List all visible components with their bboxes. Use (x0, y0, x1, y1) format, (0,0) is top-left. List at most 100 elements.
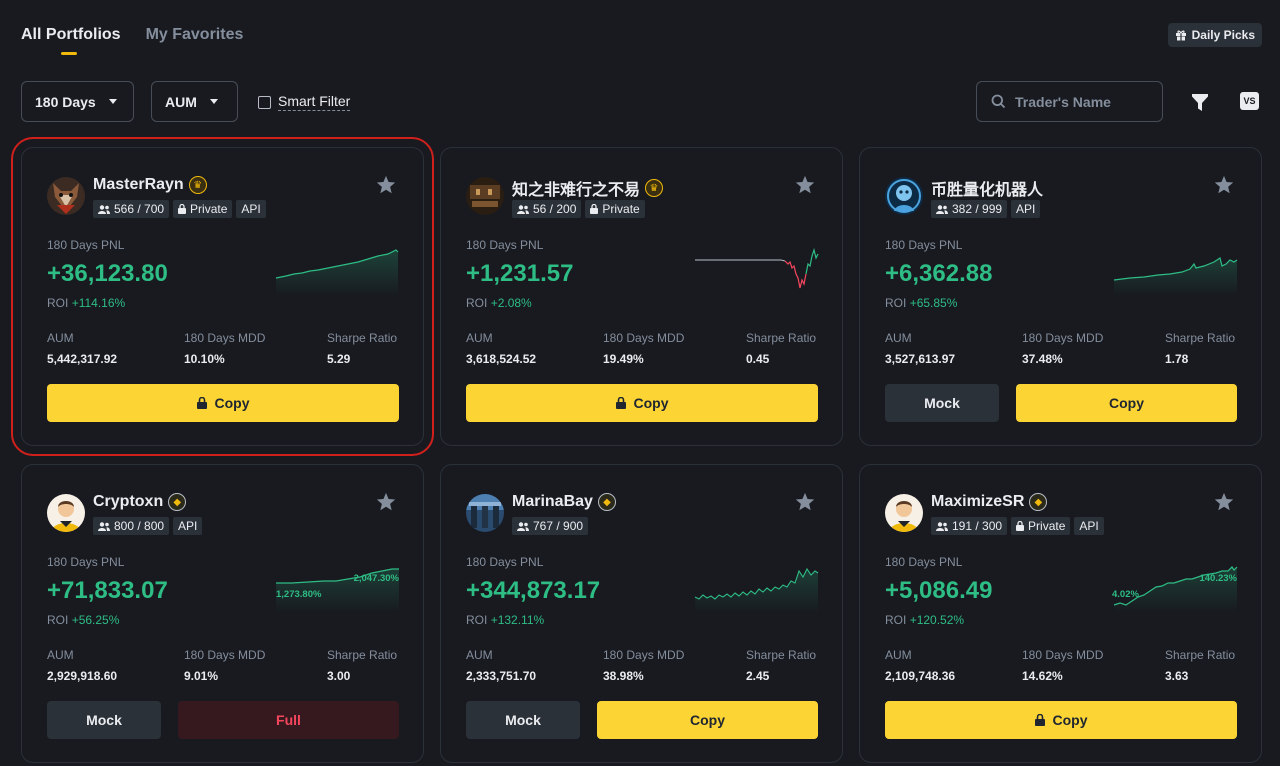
mdd-value: 9.01% (184, 669, 219, 683)
copy-button[interactable]: Copy (597, 701, 818, 739)
chevron-down-icon (209, 99, 218, 104)
trader-name[interactable]: 币胜量化机器人 (931, 176, 1043, 200)
copiers-count: 767 / 900 (533, 519, 584, 533)
copiers-tag: 382 / 999 (931, 200, 1008, 218)
api-tag: API (173, 517, 203, 535)
favorite-star-icon[interactable] (375, 174, 397, 196)
copy-label: Copy (633, 395, 669, 411)
copiers-count: 191 / 300 (952, 519, 1003, 533)
lock-icon (590, 204, 599, 214)
pnl-label: 180 Days PNL (466, 238, 544, 252)
lock-icon (1016, 521, 1025, 531)
roi-value: +56.25% (71, 613, 120, 627)
pnl-sparkline: 4.02% 140.23% (1112, 566, 1238, 613)
chart-label-max: 2,047.30% (354, 573, 400, 584)
users-icon (98, 521, 110, 531)
copiers-tag: 191 / 300 (931, 517, 1008, 535)
mdd-value: 38.98% (603, 669, 644, 683)
portfolio-tabs: All Portfolios My Favorites (21, 26, 243, 56)
avatar (466, 494, 504, 532)
users-icon (98, 204, 110, 214)
mock-button[interactable]: Mock (47, 701, 161, 739)
search-input[interactable] (1015, 93, 1155, 110)
pnl-label: 180 Days PNL (885, 555, 963, 569)
search-icon (991, 94, 1006, 109)
mock-button[interactable]: Mock (466, 701, 580, 739)
mock-button[interactable]: Mock (885, 384, 999, 422)
favorite-star-icon[interactable] (1213, 491, 1235, 513)
smart-filter-toggle[interactable]: Smart Filter (258, 93, 351, 111)
trader-tags: 382 / 999 API (931, 200, 1041, 218)
lock-icon (1034, 714, 1045, 726)
pnl-value: +344,873.17 (466, 577, 601, 604)
users-icon (936, 204, 948, 214)
copy-button[interactable]: Copy (466, 384, 818, 422)
trader-tags: 800 / 800 API (93, 517, 203, 535)
portfolio-card[interactable]: MasterRayn ♛ 566 / 700 Private API 180 D… (11, 137, 434, 456)
trader-name[interactable]: MasterRayn (93, 176, 184, 194)
rank-badge-icon: ◆ (1029, 493, 1048, 511)
copiers-tag: 800 / 800 (93, 517, 170, 535)
portfolio-card[interactable]: Cryptoxn ◆ 800 / 800 API 180 Days PNL +7… (21, 464, 424, 763)
roi-label: ROI (885, 296, 907, 310)
trader-search[interactable] (976, 81, 1163, 122)
copy-button[interactable]: Copy (1016, 384, 1237, 422)
portfolio-card[interactable]: 知之非难行之不易 ♛ 56 / 200 Private 180 Days PNL… (440, 147, 843, 446)
copy-button[interactable]: Copy (885, 701, 1237, 739)
mdd-label: 180 Days MDD (1022, 648, 1104, 662)
smart-filter-checkbox[interactable] (258, 95, 271, 109)
aum-label: AUM (466, 331, 493, 345)
portfolio-card[interactable]: MaximizeSR ◆ 191 / 300 Private API 180 D… (859, 464, 1262, 763)
favorite-star-icon[interactable] (1213, 174, 1235, 196)
favorite-star-icon[interactable] (375, 491, 397, 513)
private-tag: Private (1011, 517, 1071, 535)
sort-select[interactable]: AUM (151, 81, 238, 122)
api-tag: API (236, 200, 266, 218)
full-button[interactable]: Full (178, 701, 399, 739)
trader-name-row: 知之非难行之不易 ♛ (512, 176, 664, 200)
trader-tags: 56 / 200 Private (512, 200, 645, 218)
chart-label-min: 4.02% (1112, 589, 1139, 600)
period-select[interactable]: 180 Days (21, 81, 134, 122)
copy-label: Copy (214, 395, 250, 411)
daily-picks-button[interactable]: Daily Picks (1167, 23, 1262, 47)
tab-my-favorites[interactable]: My Favorites (146, 26, 244, 56)
sharpe-label: Sharpe Ratio (746, 648, 817, 662)
sharpe-label: Sharpe Ratio (746, 331, 817, 345)
favorite-star-icon[interactable] (794, 491, 816, 513)
tab-all-portfolios[interactable]: All Portfolios (21, 26, 121, 56)
trader-name-row: MarinaBay ◆ (512, 493, 616, 511)
rank-badge-icon: ◆ (168, 493, 187, 511)
roi-label: ROI (466, 296, 488, 310)
aum-label: AUM (47, 648, 74, 662)
trader-name-row: MasterRayn ♛ (93, 176, 207, 194)
portfolio-card[interactable]: MarinaBay ◆ 767 / 900 180 Days PNL +344,… (440, 464, 843, 763)
mdd-label: 180 Days MDD (184, 331, 266, 345)
trader-name[interactable]: MarinaBay (512, 493, 593, 511)
portfolio-card[interactable]: 币胜量化机器人 382 / 999 API 180 Days PNL +6,36… (859, 147, 1262, 446)
copiers-count: 800 / 800 (114, 519, 165, 533)
aum-label: AUM (466, 648, 493, 662)
mdd-label: 180 Days MDD (603, 648, 685, 662)
copy-button[interactable]: Copy (47, 384, 399, 422)
roi-label: ROI (466, 613, 488, 627)
sharpe-value: 0.45 (746, 352, 770, 366)
copiers-tag: 566 / 700 (93, 200, 170, 218)
roi-value: +2.08% (490, 296, 532, 310)
avatar (466, 177, 504, 215)
daily-picks-label: Daily Picks (1191, 28, 1255, 42)
lock-icon (196, 397, 207, 409)
trader-name[interactable]: MaximizeSR (931, 493, 1024, 511)
sharpe-label: Sharpe Ratio (1165, 648, 1236, 662)
mdd-value: 19.49% (603, 352, 644, 366)
lock-icon (615, 397, 626, 409)
roi-value: +114.16% (71, 296, 126, 310)
trader-name[interactable]: 知之非难行之不易 (512, 176, 640, 200)
filter-button[interactable] (1189, 91, 1211, 113)
favorite-star-icon[interactable] (794, 174, 816, 196)
trader-name[interactable]: Cryptoxn (93, 493, 163, 511)
compare-vs-button[interactable]: VS (1240, 92, 1259, 110)
pnl-label: 180 Days PNL (885, 238, 963, 252)
smart-filter-label: Smart Filter (278, 93, 351, 111)
mdd-value: 14.62% (1022, 669, 1063, 683)
